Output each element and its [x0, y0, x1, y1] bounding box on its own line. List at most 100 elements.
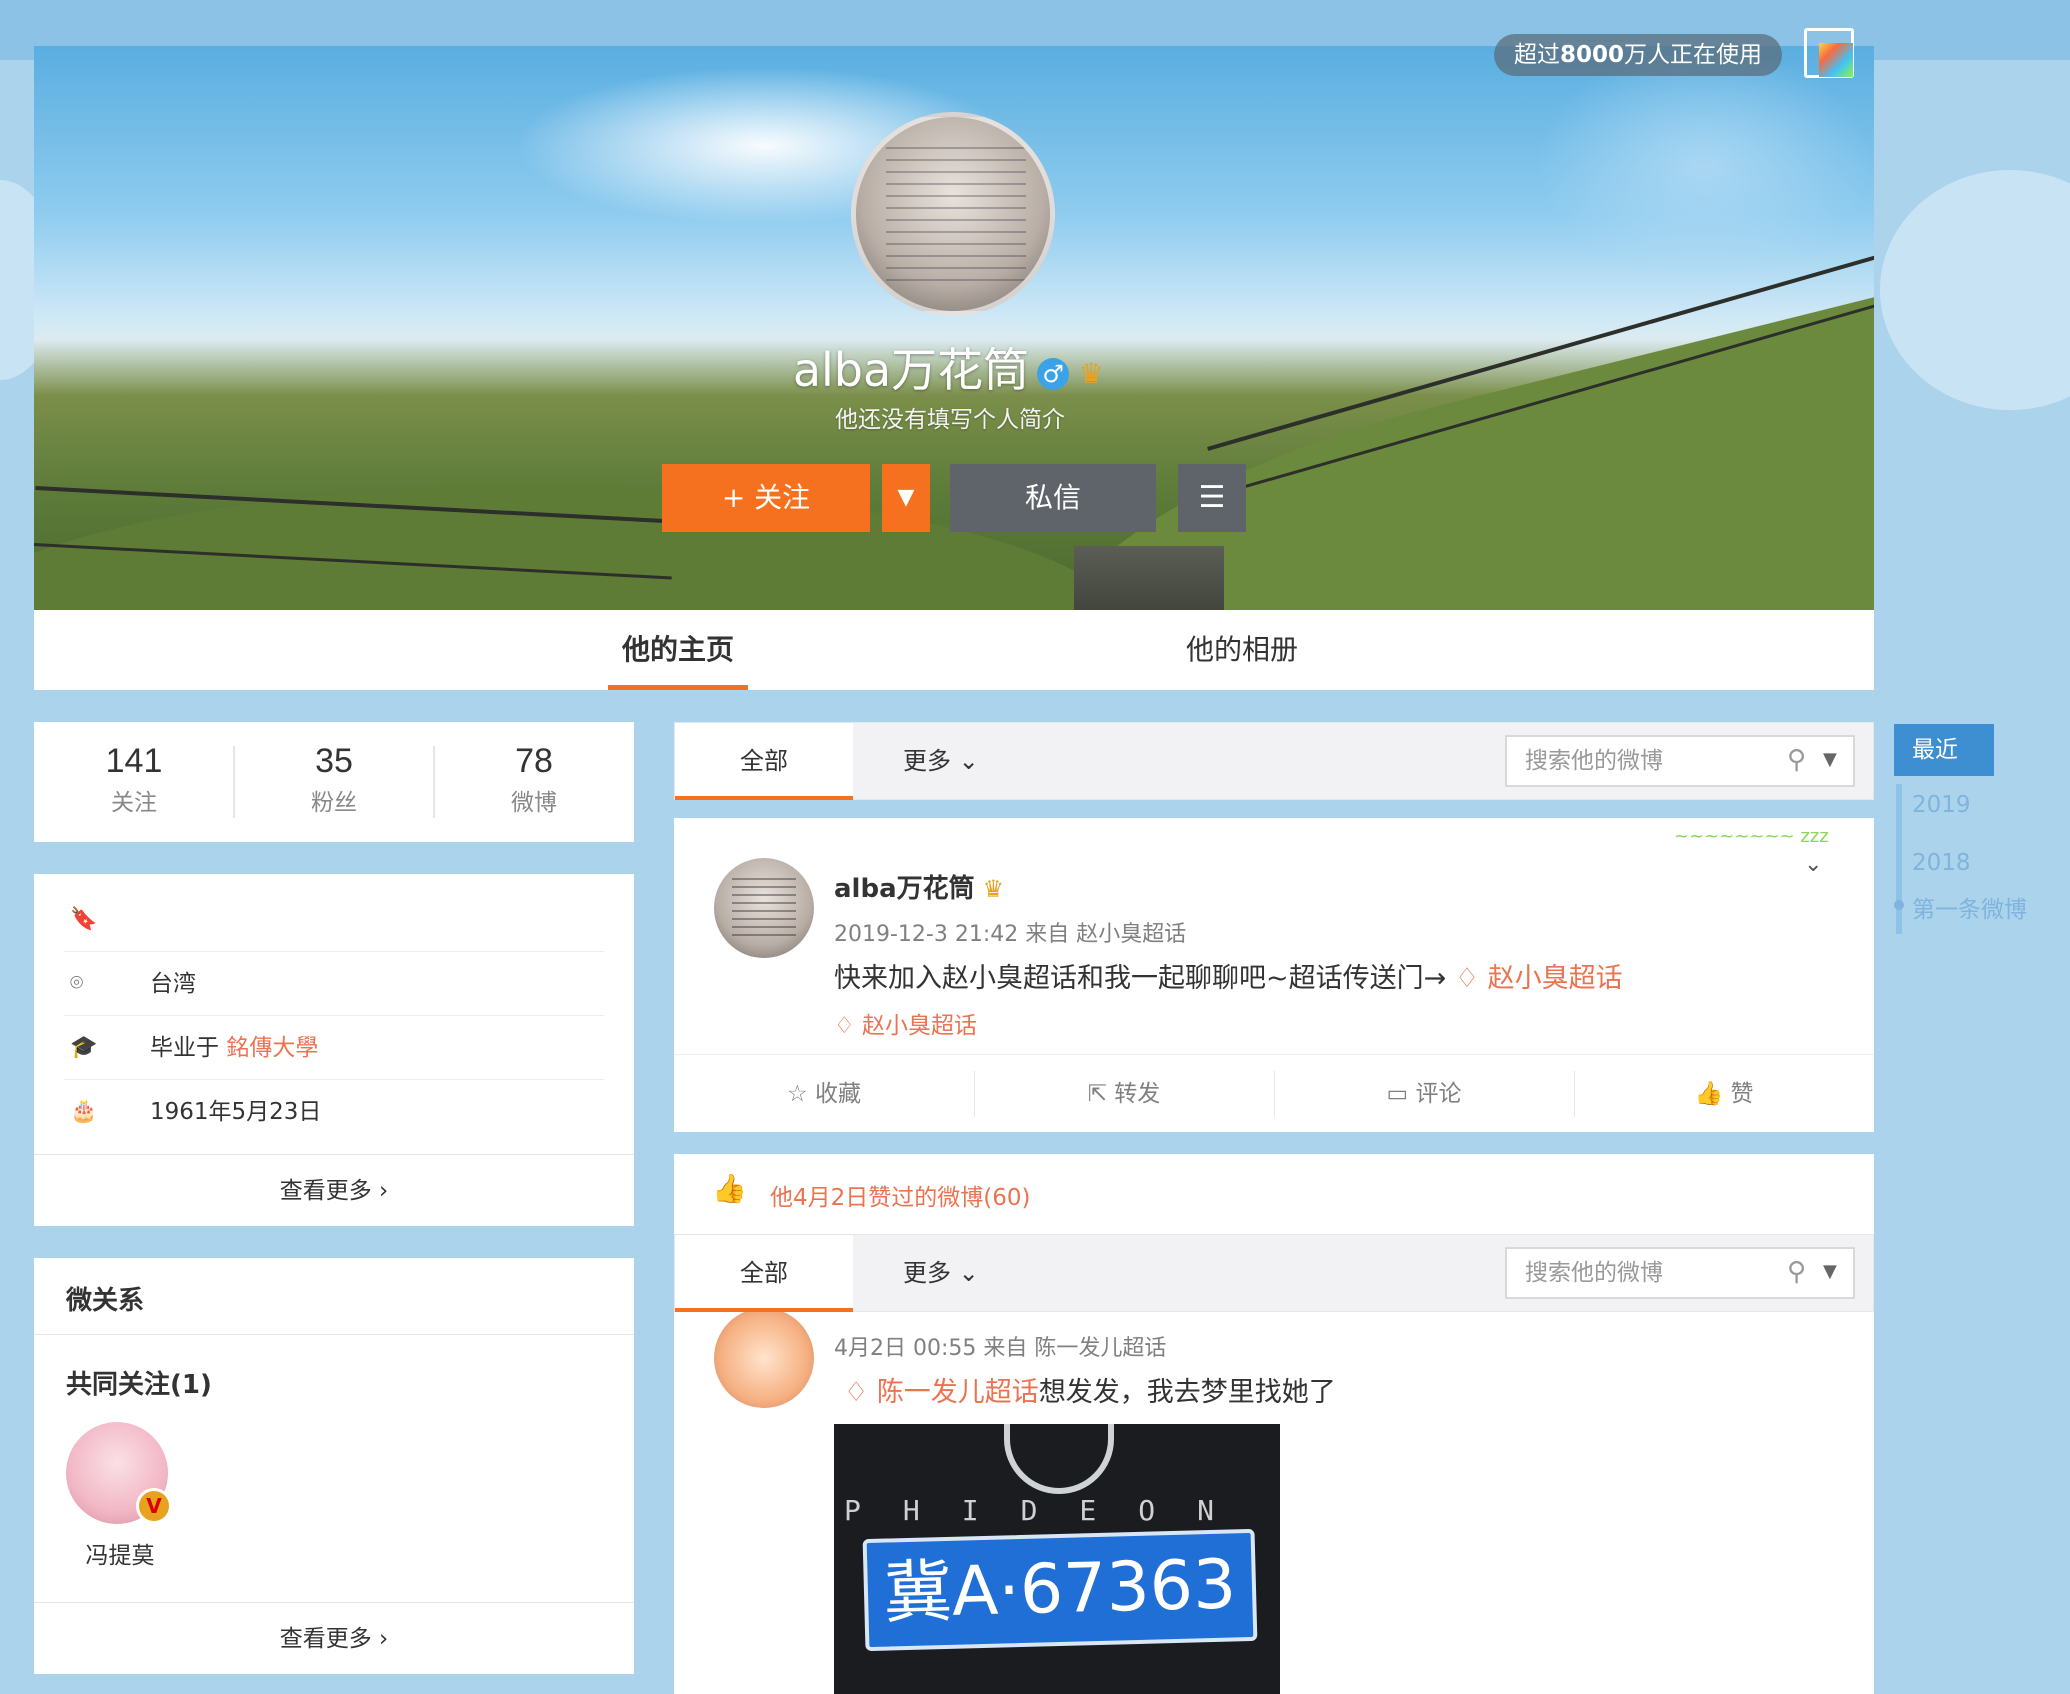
more-label: 更多 — [903, 747, 951, 775]
supertopic-diamond-icon: ♢ — [1454, 963, 1480, 994]
thumbs-up-icon: 👍 — [712, 1172, 747, 1205]
more-label: 更多 — [903, 1259, 951, 1287]
location-pin-icon: ⌾ — [70, 971, 84, 996]
post-options-chevron-icon[interactable]: ⌄ — [1804, 852, 1822, 877]
feed-search-box: ⚲ ▼ — [1505, 1247, 1855, 1299]
favorite-label: 收藏 — [814, 1081, 861, 1107]
post-text: 快来加入赵小臭超话和我一起聊聊吧~超话传送门→ ♢ 赵小臭超话 — [834, 956, 1623, 995]
see-more-label: 查看更多 — [279, 1626, 372, 1652]
follow-button[interactable]: + 关注 — [662, 464, 870, 532]
search-icon[interactable]: ⚲ — [1787, 1257, 1817, 1287]
star-icon: ☆ — [787, 1081, 808, 1107]
skin-template-icon[interactable] — [1804, 28, 1854, 78]
info-row-birthday: 🎂 1961年5月23日 — [64, 1080, 604, 1144]
post-body-text: 快来加入赵小臭超话和我一起聊聊吧~超话传送门→ — [834, 963, 1447, 994]
favorite-button[interactable]: ☆ 收藏 — [674, 1055, 974, 1133]
tab-album[interactable]: 他的相册 — [1172, 610, 1312, 690]
caret-down-icon: ▼ — [897, 485, 915, 510]
stat-value: 141 — [105, 742, 163, 780]
timeline-dot — [1894, 900, 1904, 910]
search-icon[interactable]: ⚲ — [1787, 745, 1817, 775]
chevron-down-icon: ⌄ — [958, 1259, 979, 1287]
profile-avatar[interactable] — [851, 112, 1055, 316]
users-count-badge: 超过8000万人正在使用 — [1494, 34, 1783, 76]
info-see-more-link[interactable]: 查看更多 › — [34, 1154, 634, 1226]
stat-label: 关注 — [111, 790, 157, 816]
timeline-first-post[interactable]: 第一条微博 — [1912, 890, 2027, 924]
liked-post-body: 想发发，我去梦里找她了 — [1038, 1377, 1336, 1408]
filter-all-tab[interactable]: 全部 — [675, 723, 853, 800]
common-follow-title[interactable]: 共同关注(1) — [66, 1364, 212, 1401]
post-author-name[interactable]: alba万花筒 — [834, 874, 975, 904]
graduation-cap-icon: 🎓 — [70, 1035, 98, 1060]
stat-label: 微博 — [511, 790, 557, 816]
timeline-line — [1896, 784, 1902, 934]
repost-button[interactable]: ⇱ 转发 — [974, 1055, 1274, 1133]
info-row-education: 🎓 毕业于 銘傳大學 — [64, 1016, 604, 1080]
location-text: 台湾 — [150, 971, 196, 997]
liked-post-author-avatar[interactable] — [714, 1308, 814, 1408]
repost-label: 转发 — [1114, 1081, 1161, 1107]
comment-icon: ▭ — [1386, 1081, 1409, 1107]
profile-bio: 他还没有填写个人简介 — [835, 407, 1065, 433]
stat-posts[interactable]: 78 微博 — [434, 742, 634, 817]
more-menu-button[interactable]: ☰ — [1178, 464, 1246, 532]
feed-search-input[interactable] — [1507, 1249, 1777, 1297]
feed-toolbar-sticky: 全部 更多 ⌄ ⚲ ▼ — [674, 1234, 1874, 1312]
caret-down-icon[interactable]: ▼ — [1823, 745, 1847, 775]
supertopic-diamond-icon: ♢ — [834, 1013, 855, 1039]
car-logo — [1004, 1424, 1114, 1494]
vip-crown-icon[interactable]: ♛ — [1075, 358, 1107, 389]
timeline-year-2018[interactable]: 2018 — [1912, 850, 1971, 876]
users-count: 8000 — [1560, 42, 1625, 68]
post-topic-tag[interactable]: ♢ 赵小臭超话 — [834, 1006, 977, 1040]
relations-see-more-link[interactable]: 查看更多 › — [34, 1602, 634, 1674]
hamburger-icon: ☰ — [1198, 480, 1226, 515]
relations-panel: 微关系 共同关注(1) V 冯提莫 查看更多 › — [34, 1258, 634, 1674]
feed-search-box: ⚲ ▼ — [1505, 735, 1855, 787]
bookmark-badge-icon: 🔖 — [70, 907, 98, 932]
profile-name-row: alba万花筒 ♂ ♛ — [700, 334, 1200, 400]
common-user-avatar[interactable]: V — [66, 1422, 172, 1524]
caret-down-icon[interactable]: ▼ — [1823, 1257, 1847, 1287]
info-row-location: ⌾ 台湾 — [64, 952, 604, 1016]
school-link[interactable]: 銘傳大學 — [226, 1035, 318, 1061]
tab-home[interactable]: 他的主页 — [608, 610, 748, 690]
car-brand-text: PHIDEON — [844, 1494, 1257, 1527]
private-message-button[interactable]: 私信 — [950, 464, 1156, 532]
supertopic-link[interactable]: 赵小臭超话 — [1488, 963, 1623, 994]
vip-crown-icon[interactable]: ♛ — [983, 875, 1005, 903]
liked-post-meta: 4月2日 00:55 来自 陈一发儿超话 — [834, 1336, 1167, 1361]
education-prefix: 毕业于 — [150, 1035, 219, 1061]
follow-dropdown-button[interactable]: ▼ — [882, 464, 930, 532]
filter-all-tab[interactable]: 全部 — [675, 1235, 853, 1312]
stat-following[interactable]: 141 关注 — [34, 742, 234, 817]
post-author-row: alba万花筒 ♛ — [834, 868, 1004, 905]
filter-more-dropdown[interactable]: 更多 ⌄ — [903, 723, 979, 799]
feed-search-input[interactable] — [1507, 737, 1777, 785]
profile-tabs: 他的主页 他的相册 — [34, 610, 1874, 690]
post-actions-bar: ☆ 收藏 ⇱ 转发 ▭ 评论 👍 赞 — [674, 1054, 1874, 1132]
verified-v-icon: V — [136, 1488, 172, 1524]
timeline-recent[interactable]: 最近 — [1894, 724, 1994, 776]
birthday-cake-icon: 🎂 — [70, 1099, 98, 1124]
stat-followers[interactable]: 35 粉丝 — [234, 742, 434, 817]
filter-more-dropdown[interactable]: 更多 ⌄ — [903, 1235, 979, 1311]
supertopic-link[interactable]: 陈一发儿超话 — [877, 1377, 1039, 1408]
male-gender-icon: ♂ — [1037, 357, 1070, 390]
stat-value: 35 — [315, 742, 353, 780]
cover-stairs — [1074, 546, 1224, 610]
common-user-name[interactable]: 冯提莫 — [70, 1536, 170, 1570]
timeline-year-2019[interactable]: 2019 — [1912, 792, 1971, 818]
see-more-label: 查看更多 — [279, 1178, 372, 1204]
share-icon: ⇱ — [1087, 1081, 1107, 1107]
like-button[interactable]: 👍 赞 — [1574, 1055, 1874, 1133]
liked-post-image[interactable]: PHIDEON 冀A·67363 — [834, 1424, 1280, 1694]
post-author-avatar[interactable] — [714, 858, 814, 958]
divider — [34, 1334, 634, 1335]
relations-title: 微关系 — [66, 1286, 145, 1316]
users-suffix: 万人正在使用 — [1624, 42, 1763, 68]
comment-button[interactable]: ▭ 评论 — [1274, 1055, 1574, 1133]
stat-value: 78 — [515, 742, 553, 780]
liked-posts-title[interactable]: 他4月2日赞过的微博(60) — [770, 1178, 1030, 1212]
